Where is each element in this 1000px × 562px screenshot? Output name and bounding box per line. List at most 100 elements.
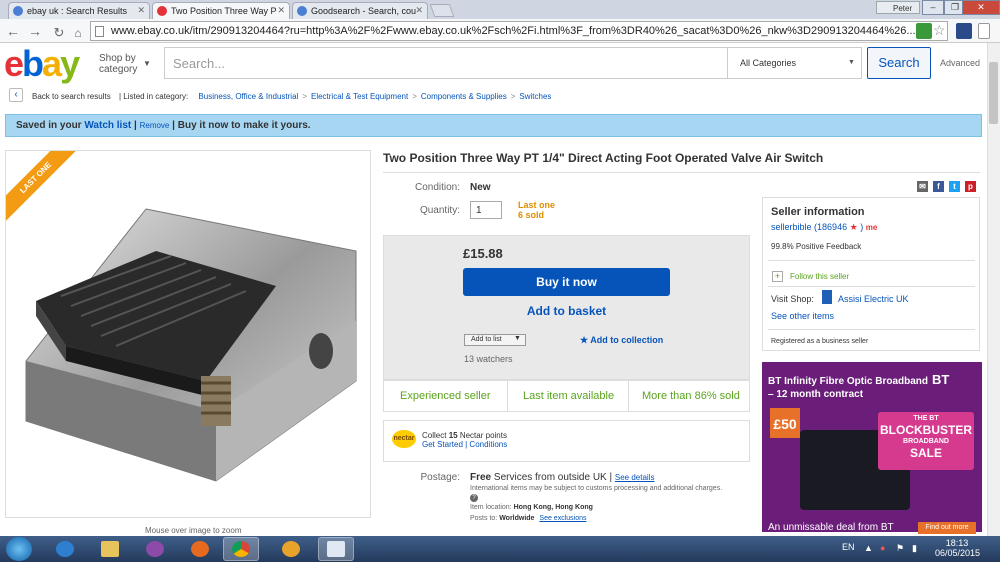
divider xyxy=(507,381,508,411)
trust-item: Last item available xyxy=(523,390,615,402)
firefox-icon[interactable] xyxy=(191,541,209,557)
chrome-icon xyxy=(232,541,250,557)
watch-list-notice: Saved in your Watch list | Remove | Buy … xyxy=(5,114,982,137)
buy-it-now-button[interactable]: Buy it now xyxy=(463,268,670,296)
plus-icon[interactable]: + xyxy=(772,271,783,282)
tray-arrow-icon[interactable]: ▲ xyxy=(864,543,874,553)
extension-icon[interactable] xyxy=(916,23,932,39)
item-title: Two Position Three Way PT 1/4" Direct Ac… xyxy=(383,151,824,165)
flag-icon[interactable]: ⚑ xyxy=(896,543,906,553)
back-to-results-link[interactable]: Back to search results xyxy=(32,92,111,101)
close-window-button[interactable]: ✕ xyxy=(962,0,1000,15)
ad-headline: BT Infinity Fibre Optic Broadband xyxy=(768,376,928,387)
menu-icon[interactable] xyxy=(978,23,990,39)
close-tab-icon[interactable]: ✕ xyxy=(415,5,423,16)
category-select[interactable]: All Categories xyxy=(728,47,862,79)
ebay-favicon-icon xyxy=(157,6,167,16)
twitter-icon[interactable]: t xyxy=(949,181,960,192)
search-input[interactable]: Search... xyxy=(164,47,728,79)
pinterest-icon[interactable]: p xyxy=(965,181,976,192)
facebook-icon[interactable]: f xyxy=(933,181,944,192)
nectar-points: Collect 15 Nectar points xyxy=(422,431,507,440)
me-icon[interactable]: me xyxy=(866,223,878,232)
breadcrumb-item[interactable]: Switches xyxy=(519,92,551,101)
nectar-logo: nectar xyxy=(392,430,416,448)
address-bar[interactable]: www.ebay.co.uk/itm/290913204464?ru=http%… xyxy=(90,21,948,41)
app-icon[interactable] xyxy=(282,541,300,557)
reload-icon[interactable]: ↻ xyxy=(50,24,68,42)
product-image[interactable]: LAST ONE xyxy=(5,150,371,518)
seller-name-link[interactable]: sellerbible (186946 ★ ) me xyxy=(771,222,877,233)
shop-name-link[interactable]: Assisi Electric UK xyxy=(838,294,909,304)
tab-item-page[interactable]: Two Position Three Way P ✕ xyxy=(152,2,290,19)
back-chevron-icon[interactable]: ‹ xyxy=(9,88,23,102)
foot-valve-image xyxy=(25,208,357,482)
find-out-more-button[interactable]: Find out more xyxy=(918,522,976,534)
seller-info-title: Seller information xyxy=(771,206,865,218)
quantity-input[interactable]: 1 xyxy=(470,201,502,219)
close-tab-icon[interactable]: ✕ xyxy=(277,5,285,16)
chevron-down-icon: ▼ xyxy=(143,59,151,68)
see-details-link[interactable]: See details xyxy=(615,473,655,482)
item-location: Item location: Hong Kong, Hong Kong xyxy=(470,504,593,511)
forward-arrow-icon[interactable]: → xyxy=(26,22,44,40)
language-indicator[interactable]: EN xyxy=(842,542,855,552)
breadcrumb-item[interactable]: Electrical & Test Equipment xyxy=(311,92,408,101)
minimize-button[interactable]: – xyxy=(922,0,944,15)
shop-by-category-button[interactable]: Shop by category xyxy=(99,53,137,75)
ebay-logo[interactable]: ebay xyxy=(4,46,80,82)
see-other-items-link[interactable]: See other items xyxy=(771,311,834,321)
app-icon[interactable] xyxy=(146,541,164,557)
folder-icon[interactable] xyxy=(101,541,119,557)
gift-card-badge: £50 xyxy=(770,408,800,438)
see-exclusions-link[interactable]: See exclusions xyxy=(539,515,586,522)
window-icon xyxy=(327,541,345,557)
postage-label: Postage: xyxy=(420,472,460,483)
divider xyxy=(768,286,975,287)
condition-label: Condition: xyxy=(414,182,460,193)
availability-note: Last one 6 sold xyxy=(518,200,556,220)
remove-link[interactable]: Remove xyxy=(140,121,170,130)
tab-goodsearch[interactable]: Goodsearch - Search, cou ✕ xyxy=(292,2,428,19)
extension-icon[interactable] xyxy=(956,23,972,39)
start-button[interactable] xyxy=(6,537,32,561)
breadcrumb-item[interactable]: Business, Office & Industrial xyxy=(198,92,298,101)
tray-app-icon[interactable]: ● xyxy=(880,543,890,553)
follow-seller-link[interactable]: Follow this seller xyxy=(790,272,849,281)
email-icon[interactable]: ✉ xyxy=(917,181,928,192)
chevron-down-icon: ▼ xyxy=(514,335,521,342)
positive-feedback: 99.8% Positive Feedback xyxy=(771,242,862,251)
advanced-search-link[interactable]: Advanced xyxy=(940,58,980,68)
clock[interactable]: 18:13 06/05/2015 xyxy=(935,538,980,558)
home-icon[interactable]: ⌂ xyxy=(69,24,87,42)
help-icon[interactable]: ? xyxy=(470,494,478,502)
breadcrumb-item[interactable]: Components & Supplies xyxy=(421,92,507,101)
user-profile-button[interactable]: Peter xyxy=(876,1,920,14)
back-arrow-icon[interactable]: ← xyxy=(4,22,22,40)
star-icon: ★ xyxy=(580,335,589,345)
divider xyxy=(628,381,629,411)
tab-search-results[interactable]: ebay uk : Search Results ✕ xyxy=(8,2,150,19)
breadcrumb: Back to search results | Listed in categ… xyxy=(32,92,552,101)
new-tab-button[interactable] xyxy=(429,4,455,17)
trust-item: Experienced seller xyxy=(400,390,491,402)
blockbuster-badge: THE BT BLOCKBUSTER BROADBAND SALE xyxy=(878,412,974,470)
network-icon[interactable]: ▮ xyxy=(912,543,922,553)
scrollbar-thumb[interactable] xyxy=(989,62,998,124)
intl-note: International items may be subject to cu… xyxy=(470,485,723,502)
watch-list-link[interactable]: Watch list xyxy=(84,120,131,131)
watchers-count: 13 watchers xyxy=(464,354,513,364)
divider xyxy=(768,329,975,330)
divider xyxy=(383,172,980,173)
bt-logo: BT xyxy=(932,372,950,387)
browser-titlebar: ebay uk : Search Results ✕ Two Position … xyxy=(0,0,1000,19)
bookmark-star-icon[interactable]: ☆ xyxy=(933,22,946,39)
close-tab-icon[interactable]: ✕ xyxy=(137,5,145,16)
search-button[interactable]: Search xyxy=(867,47,931,79)
nectar-links[interactable]: Get Started | Conditions xyxy=(422,440,507,449)
add-to-basket-button[interactable]: Add to basket xyxy=(463,304,670,318)
shop-icon xyxy=(822,290,832,304)
internet-explorer-icon[interactable] xyxy=(56,541,74,557)
add-to-collection-link[interactable]: ★ Add to collection xyxy=(580,335,663,346)
zoom-hint: Mouse over image to zoom xyxy=(145,526,242,535)
